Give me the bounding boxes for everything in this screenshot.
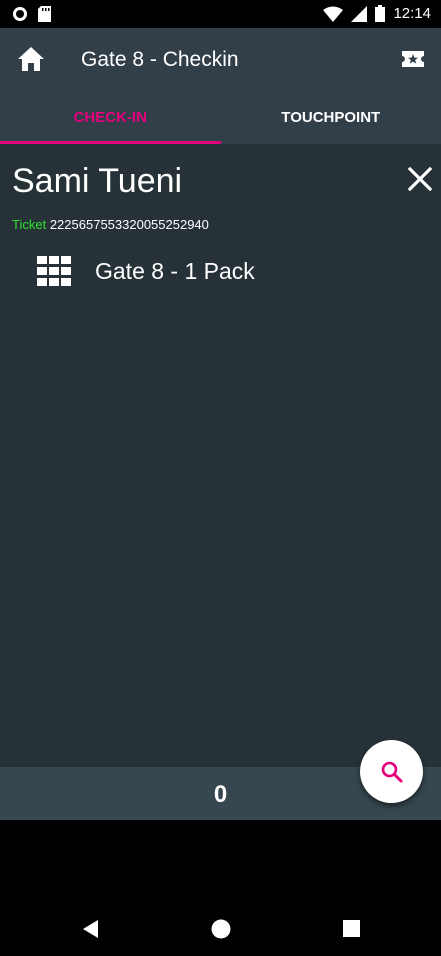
clock: 12:14 [393, 5, 431, 22]
back-icon[interactable] [80, 918, 102, 940]
recents-icon[interactable] [341, 918, 363, 940]
ticket-info: Ticket 2225657553320055252940 [12, 217, 209, 232]
pack-label: Gate 8 - 1 Pack [95, 257, 255, 284]
tab-check-in[interactable]: CHECK-IN [0, 92, 221, 144]
status-bar: 12:14 [0, 0, 441, 28]
pack-item[interactable]: Gate 8 - 1 Pack [37, 256, 255, 286]
home-nav-icon[interactable] [210, 918, 232, 940]
search-button[interactable] [360, 740, 423, 803]
tab-bar: CHECK-IN TOUCHPOINT [0, 92, 441, 144]
system-nav-bar [0, 900, 441, 956]
battery-icon [375, 5, 386, 22]
grid-icon [37, 256, 71, 286]
record-icon [13, 7, 27, 21]
signal-icon [351, 5, 368, 22]
app-bar: Gate 8 - Checkin [0, 28, 441, 92]
tab-touchpoint[interactable]: TOUCHPOINT [221, 92, 441, 144]
page-title: Gate 8 - Checkin [81, 48, 239, 71]
search-icon [381, 761, 402, 782]
close-icon[interactable] [407, 166, 433, 192]
attendee-name: Sami Tueni [12, 162, 183, 200]
ticket-star-icon[interactable] [401, 48, 425, 70]
attendee-panel: Sami Tueni Ticket 2225657553320055252940… [0, 144, 441, 767]
sd-card-icon [38, 6, 51, 22]
wifi-icon [323, 6, 344, 22]
home-icon[interactable] [17, 46, 45, 72]
ticket-label: Ticket [12, 217, 47, 232]
ticket-number: 2225657553320055252940 [49, 217, 209, 232]
